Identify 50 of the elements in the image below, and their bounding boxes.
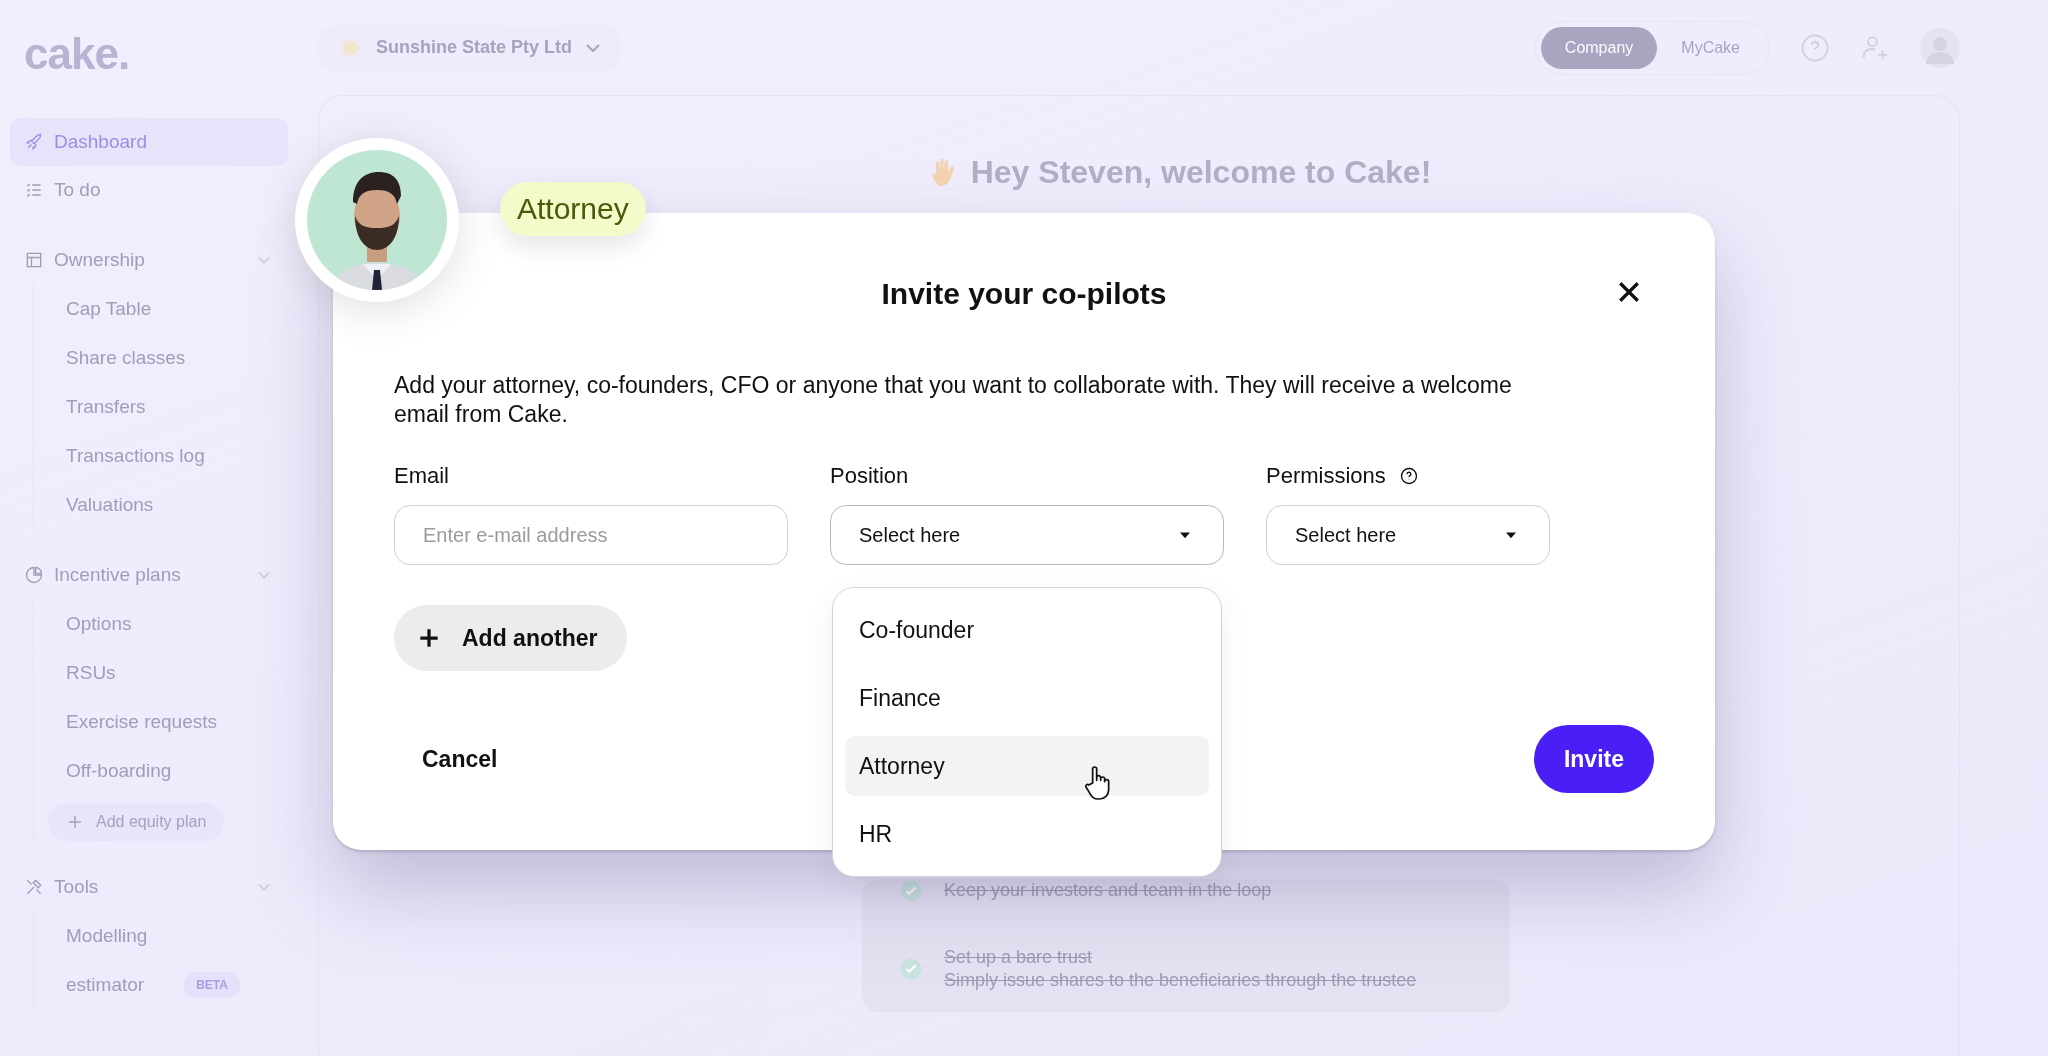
- nav-subitem[interactable]: Valuations: [60, 480, 288, 529]
- nav-subitem[interactable]: Transactions log: [60, 431, 288, 480]
- select-field[interactable]: Select here: [830, 505, 1224, 565]
- dropdown-option[interactable]: Finance: [845, 668, 1209, 728]
- field-label: Permissions: [1266, 463, 1386, 489]
- nav-subitem[interactable]: estimator BETA: [60, 960, 288, 1009]
- plus-icon: [66, 813, 84, 831]
- field-label: Email: [394, 463, 449, 489]
- dialog-description: Add your attorney, co-founders, CFO or anyone that you want to collaborate with. They will receive a welcome email from Cake.: [394, 371, 1513, 429]
- nav-item[interactable]: To do: [10, 166, 288, 214]
- welcome-heading: Hey Steven, welcome to Cake!: [970, 154, 1432, 191]
- add-plan-button[interactable]: Add equity plan: [48, 803, 225, 841]
- nav-subitem[interactable]: Exercise requests: [60, 697, 288, 746]
- invite-button[interactable]: Invite: [1533, 725, 1654, 793]
- nav-icon: [24, 132, 44, 152]
- nav-item[interactable]: Dashboard: [10, 118, 288, 166]
- task-title: Set up a bare trust: [944, 946, 1094, 969]
- email-field[interactable]: Enter e-mail address: [394, 505, 788, 565]
- nav-icon: [24, 565, 44, 585]
- nav-subitem[interactable]: Options: [60, 599, 288, 648]
- task-description: Simply issue shares to the beneficiaries through the trustee: [944, 969, 1417, 992]
- role-tag: Attorney: [500, 182, 646, 236]
- cancel-button[interactable]: Cancel: [394, 735, 526, 783]
- view-tab[interactable]: Company: [1540, 26, 1658, 69]
- nav-icon: [24, 250, 44, 270]
- nav-subitem[interactable]: Transfers: [60, 382, 288, 431]
- field-label: Position: [830, 463, 909, 489]
- beta-badge: BETA: [184, 971, 240, 998]
- help-icon[interactable]: [1399, 467, 1418, 485]
- nav-subitem[interactable]: Modelling: [60, 911, 288, 960]
- task-description: Keep your investors and team in the loop: [944, 879, 1272, 902]
- dialog-title: Invite your co-pilots: [881, 277, 1167, 311]
- nav-item[interactable]: Incentive plans: [10, 551, 288, 599]
- nav-subitem[interactable]: Cap Table: [60, 284, 288, 333]
- user-avatar[interactable]: [1920, 27, 1960, 68]
- add-another-button[interactable]: Add another: [394, 605, 628, 671]
- logo: cake.: [23, 28, 131, 80]
- sun-logo: [338, 35, 362, 60]
- nav-subitem[interactable]: Off-boarding: [60, 746, 288, 795]
- select-field[interactable]: Select here: [1266, 505, 1550, 565]
- nav-item[interactable]: Ownership: [10, 236, 288, 284]
- dropdown-option[interactable]: Co-founder: [845, 600, 1209, 660]
- view-tab[interactable]: MyCake: [1657, 26, 1764, 69]
- nav-item[interactable]: Tools: [10, 863, 288, 911]
- dropdown-option[interactable]: Attorney: [845, 736, 1209, 796]
- dropdown-option[interactable]: HR: [845, 804, 1209, 864]
- nav-icon: [24, 877, 44, 897]
- chevron-icon: [586, 43, 601, 52]
- nav-subitem[interactable]: RSUs: [60, 648, 288, 697]
- nav-subitem[interactable]: Share classes: [60, 333, 288, 382]
